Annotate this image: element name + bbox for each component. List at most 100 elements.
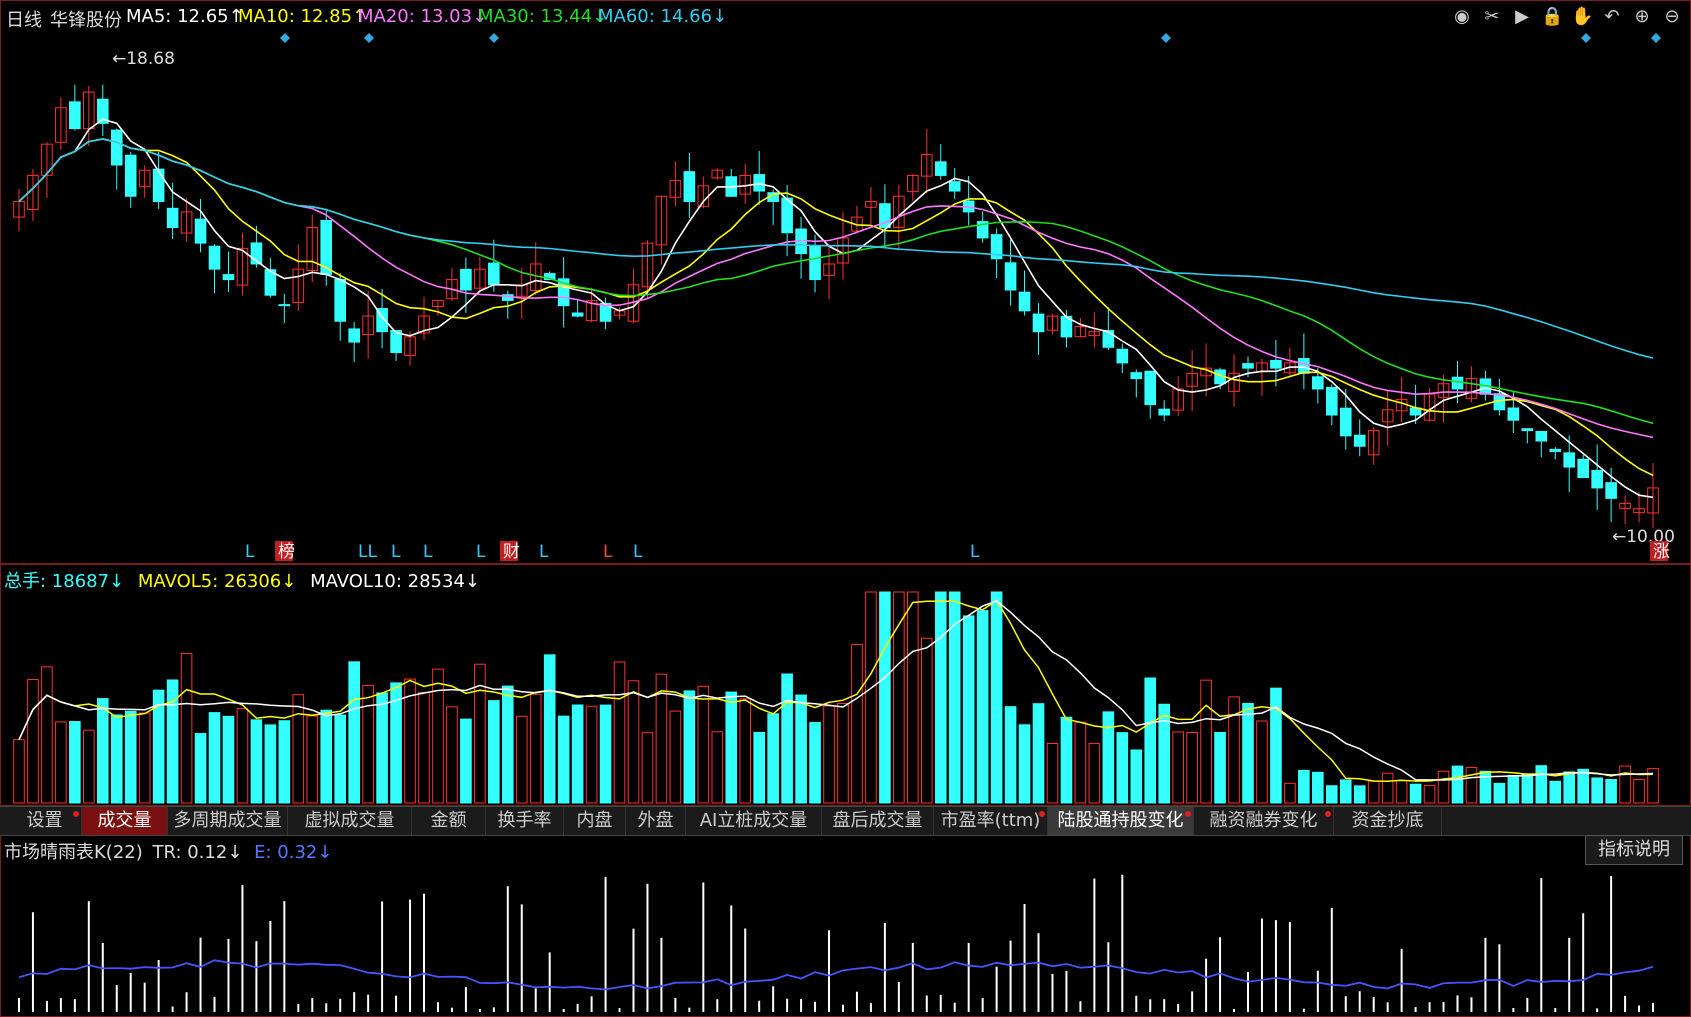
tab-13[interactable]: 资金抄底 (1334, 807, 1442, 835)
volume-bar (711, 731, 724, 804)
notification-dot (1185, 811, 1191, 817)
event-marker-label: 财 (503, 542, 520, 562)
notification-dot (73, 811, 79, 817)
volume-bar (1312, 771, 1324, 804)
tab-12[interactable]: 融资融券变化 (1194, 807, 1334, 835)
event-diamond-icon (364, 33, 374, 43)
tab-0[interactable]: 设置 (8, 807, 82, 835)
tab-3[interactable]: 虚拟成交量 (288, 807, 412, 835)
tab-1[interactable]: 成交量 (82, 807, 168, 835)
volume-bar (1325, 785, 1338, 804)
notification-dot (1325, 811, 1331, 817)
indicator-header: 市场晴雨表K(22) TR: 0.12↓ E: 0.32↓ (4, 838, 332, 864)
volume-bar (1088, 743, 1101, 804)
volume-bar (432, 668, 444, 804)
volume-bar (306, 715, 319, 804)
candle-body (1158, 408, 1171, 416)
volume-bar (613, 661, 626, 804)
tab-2[interactable]: 多周期成交量 (168, 807, 288, 835)
volume-bar (1270, 687, 1282, 804)
tr-label: TR: 0.12↓ (152, 842, 243, 863)
candle-body (683, 171, 696, 202)
volume-bar (557, 715, 570, 804)
tab-10[interactable]: 市盈率(ttm) (934, 807, 1048, 835)
tab-5[interactable]: 换手率 (486, 807, 564, 835)
tab-9[interactable]: 盘后成交量 (822, 807, 934, 835)
volume-bar (264, 724, 277, 804)
indicator-tab-bar: 设置 成交量 多周期成交量 虚拟成交量 金额 换手率 内盘 外盘 AI立桩成交量 盘后成交量 市盈率… (0, 806, 1691, 836)
volume-bar (1381, 772, 1394, 804)
volume-bar (1158, 703, 1171, 804)
volume-bar (1074, 721, 1087, 804)
tab-7[interactable]: 外盘 (626, 807, 686, 835)
candle-body (1507, 407, 1520, 421)
candle-body (1312, 376, 1324, 390)
event-marker-label: L (633, 542, 643, 562)
tab-label: 外盘 (637, 810, 674, 831)
candle-body (166, 207, 179, 228)
volume-bar (1256, 720, 1268, 804)
volume-bar (1046, 742, 1059, 804)
volume-bar (1451, 765, 1464, 804)
volume-bar (1144, 677, 1157, 804)
volume-bar (348, 661, 360, 804)
volume-bar (781, 673, 793, 804)
volume-bar (334, 714, 347, 804)
volume-bar (879, 591, 891, 804)
volume-bar (124, 710, 137, 804)
volume-bar (767, 713, 779, 804)
volume-bar (1367, 780, 1380, 804)
notification-dot (1039, 811, 1045, 817)
volume-bar (1465, 766, 1478, 804)
candle-body (334, 278, 347, 322)
volume-bar (990, 591, 1003, 804)
candle-body (1298, 358, 1310, 374)
event-marker-label: 涨 (1653, 542, 1670, 562)
stock-chart-canvas[interactable]: ←18.68←10.00L 榜 LL L L L 财 L L L L 涨 (0, 0, 1691, 1017)
tab-label: 融资融券变化 (1209, 810, 1318, 831)
candle-body (348, 328, 360, 343)
indicator-info-button[interactable]: 指标说明 (1585, 835, 1683, 865)
event-marker-label: L (970, 542, 980, 562)
volume-bar (962, 615, 975, 804)
tab-11[interactable]: 陆股通持股变化 (1048, 807, 1194, 835)
volume-bar (418, 691, 430, 804)
volume-bar (529, 693, 542, 804)
volume-bar (1214, 732, 1226, 804)
candle-body (488, 262, 500, 286)
tab-label: 内盘 (576, 810, 613, 831)
volume-bar (27, 679, 39, 804)
candle-body (809, 245, 821, 281)
volume-bar (1395, 780, 1408, 804)
volume-bar (1116, 732, 1129, 804)
e-label: E: 0.32↓ (254, 842, 333, 863)
event-marker-label: 榜 (278, 542, 295, 562)
tab-4[interactable]: 金额 (412, 807, 486, 835)
candle-body (208, 245, 221, 270)
volume-bar (1060, 716, 1073, 804)
tab-8[interactable]: AI立桩成交量 (686, 807, 822, 835)
volume-header: 总手: 18687↓ MAVOL5: 26306↓ MAVOL10: 28534… (4, 567, 480, 593)
tab-label: 设置 (26, 810, 63, 831)
volume-bar (292, 694, 305, 804)
candle-body (1549, 448, 1562, 452)
tab-6[interactable]: 内盘 (564, 807, 626, 835)
volume-bar (1591, 777, 1603, 804)
volume-bar (376, 692, 388, 804)
tab-label: 陆股通持股变化 (1057, 810, 1184, 831)
mavol5-line (18, 599, 1654, 782)
volume-bar (1605, 779, 1617, 804)
volume-bar (83, 729, 95, 804)
volume-bar (1242, 702, 1254, 804)
event-marker-label: L (603, 542, 613, 562)
volume-bar (725, 691, 738, 804)
volume-bar (180, 653, 193, 804)
volume-bar (1353, 785, 1366, 804)
candle-body (1270, 359, 1282, 369)
volume-bar (585, 705, 598, 804)
volume-bar (669, 710, 682, 804)
candle-body (278, 304, 291, 307)
tab-label: 市盈率(ttm) (940, 810, 1041, 831)
event-diamond-icon (1581, 33, 1591, 43)
volume-bar (543, 654, 556, 804)
